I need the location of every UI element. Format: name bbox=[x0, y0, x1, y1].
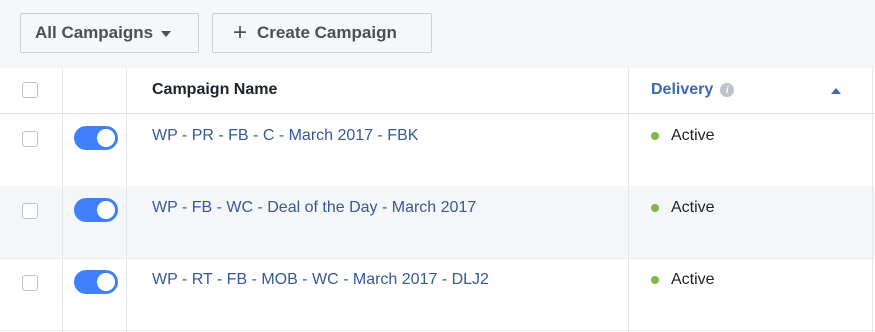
info-icon[interactable]: i bbox=[720, 83, 735, 97]
table-row[interactable]: WP - FB - WC - Deal of the Day - March 2… bbox=[0, 186, 875, 259]
column-header-delivery[interactable]: Delivery i bbox=[651, 81, 735, 99]
column-header-campaign-name[interactable]: Campaign Name bbox=[152, 81, 277, 99]
sort-ascending-icon[interactable] bbox=[831, 88, 841, 94]
active-status-dot bbox=[651, 276, 659, 284]
row-checkbox[interactable] bbox=[22, 203, 38, 219]
delivery-status-text: Active bbox=[671, 127, 715, 144]
table-row[interactable]: WP - RT - FB - MOB - WC - March 2017 - D… bbox=[0, 258, 875, 331]
toggle-knob bbox=[97, 273, 115, 291]
campaign-name-link[interactable]: WP - RT - FB - MOB - WC - March 2017 - D… bbox=[152, 271, 489, 289]
plus-icon: + bbox=[233, 19, 248, 46]
delivery-status-text: Active bbox=[671, 271, 715, 288]
toggle-knob bbox=[97, 129, 115, 147]
row-checkbox[interactable] bbox=[22, 275, 38, 291]
campaign-toggle[interactable] bbox=[74, 198, 118, 222]
row-checkbox[interactable] bbox=[22, 131, 38, 147]
all-campaigns-label: All Campaigns bbox=[35, 23, 154, 42]
caret-down-icon bbox=[161, 31, 172, 37]
table-row[interactable]: WP - PR - FB - C - March 2017 - FBK Acti… bbox=[0, 114, 875, 187]
table-header: Campaign Name Delivery i bbox=[0, 68, 875, 114]
delivery-status: Active bbox=[651, 199, 715, 217]
create-campaign-button[interactable]: + Create Campaign bbox=[212, 13, 432, 53]
campaign-toggle[interactable] bbox=[74, 126, 118, 150]
delivery-status: Active bbox=[651, 127, 715, 145]
active-status-dot bbox=[651, 204, 659, 212]
campaign-toggle[interactable] bbox=[74, 270, 118, 294]
toolbar: All Campaigns + Create Campaign bbox=[0, 0, 875, 69]
delivery-header-label: Delivery bbox=[651, 81, 714, 98]
column-divider bbox=[126, 68, 127, 332]
campaign-name-link[interactable]: WP - FB - WC - Deal of the Day - March 2… bbox=[152, 199, 476, 217]
create-campaign-label: Create Campaign bbox=[257, 23, 397, 42]
campaign-name-link[interactable]: WP - PR - FB - C - March 2017 - FBK bbox=[152, 127, 418, 145]
all-campaigns-dropdown[interactable]: All Campaigns bbox=[20, 13, 199, 53]
toggle-knob bbox=[97, 201, 115, 219]
active-status-dot bbox=[651, 132, 659, 140]
delivery-status-text: Active bbox=[671, 199, 715, 216]
campaigns-table: Campaign Name Delivery i WP - PR - FB - … bbox=[0, 68, 875, 332]
column-divider bbox=[628, 68, 629, 332]
select-all-checkbox[interactable] bbox=[22, 82, 38, 98]
column-divider bbox=[872, 68, 873, 332]
delivery-status: Active bbox=[651, 271, 715, 289]
column-divider bbox=[62, 68, 63, 332]
